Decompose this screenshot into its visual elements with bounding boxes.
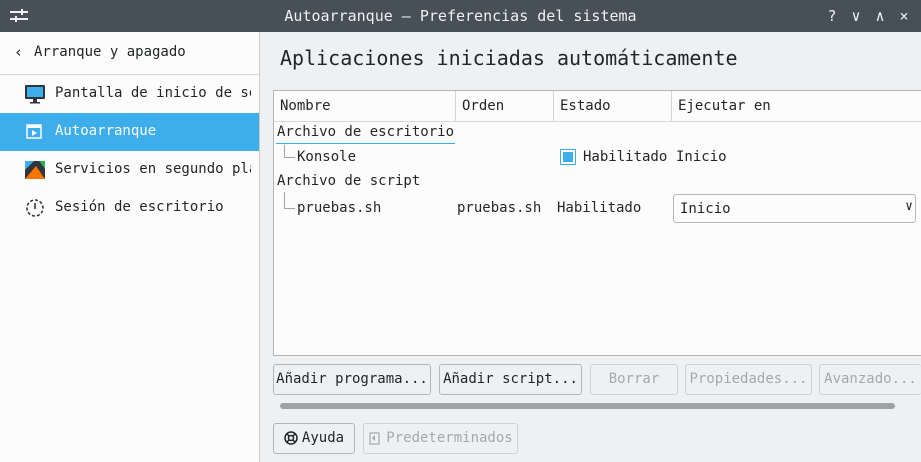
help-button[interactable]: Ayuda <box>273 423 355 454</box>
defaults-button-label: Predeterminados <box>386 430 513 446</box>
close-icon[interactable]: × <box>894 6 914 26</box>
back-button[interactable]: ‹ Arranque y apagado <box>0 32 259 75</box>
sidebar-item-label: Autoarranque <box>55 123 157 139</box>
autostart-table: Nombre Orden Estado Ejecutar en Archivo … <box>273 90 921 356</box>
row-status: Habilitado <box>557 200 642 216</box>
help-button-label: Ayuda <box>301 430 345 446</box>
column-header-name[interactable]: Nombre <box>274 91 456 121</box>
row-name: Konsole <box>297 149 357 165</box>
title-bar: Autoarranque — Preferencias del sistema … <box>0 0 921 32</box>
advanced-button[interactable]: Avanzado... <box>819 364 921 395</box>
add-script-button[interactable]: Añadir script... <box>439 364 582 395</box>
minimize-icon[interactable]: ∨ <box>846 6 866 26</box>
chevron-left-icon: ‹ <box>14 43 24 61</box>
back-label: Arranque y apagado <box>34 44 186 60</box>
document-revert-icon <box>369 432 380 445</box>
autostart-icon <box>26 124 42 139</box>
row-order: pruebas.sh <box>457 200 542 216</box>
main-panel: Aplicaciones iniciadas automáticamente N… <box>260 32 921 462</box>
page-title: Aplicaciones iniciadas automáticamente <box>280 46 738 70</box>
monitor-icon <box>25 85 45 104</box>
run-at-dropdown[interactable]: Inicio ∨ <box>673 194 916 223</box>
group-selection-underline <box>276 143 455 144</box>
row-name: pruebas.sh <box>297 200 382 216</box>
chevron-down-icon: ∨ <box>905 199 913 214</box>
defaults-button[interactable]: Predeterminados <box>363 423 518 454</box>
row-run-at: Inicio <box>676 149 727 165</box>
remove-button[interactable]: Borrar <box>590 364 678 395</box>
desktop-session-icon <box>26 199 44 217</box>
background-services-icon <box>25 161 45 179</box>
column-header-status[interactable]: Estado <box>554 91 672 121</box>
group-script-files[interactable]: Archivo de script <box>277 173 420 189</box>
group-desktop-files[interactable]: Archivo de escritorio <box>277 124 454 140</box>
row-status: Habilitado <box>583 149 668 165</box>
tree-branch <box>284 192 295 209</box>
sidebar-item-background-services[interactable]: Servicios en segundo plano <box>0 151 259 189</box>
help-window-icon[interactable]: ? <box>822 6 842 26</box>
sidebar-item-login-screen[interactable]: Pantalla de inicio de sesión <box>0 75 259 113</box>
add-program-button[interactable]: Añadir programa... <box>273 364 431 395</box>
sidebar-item-desktop-session[interactable]: Sesión de escritorio <box>0 189 259 227</box>
properties-button[interactable]: Propiedades... <box>685 364 812 395</box>
lifebuoy-icon <box>284 431 298 445</box>
sidebar-item-label: Sesión de escritorio <box>55 199 224 215</box>
sidebar-item-label: Servicios en segundo plano <box>55 161 251 177</box>
column-header-run-at[interactable]: Ejecutar en <box>672 91 921 121</box>
sidebar: ‹ Arranque y apagado Pantalla de inicio … <box>0 32 260 462</box>
run-at-selected: Inicio <box>680 201 731 217</box>
horizontal-scrollbar[interactable] <box>280 403 895 409</box>
sidebar-item-label: Pantalla de inicio de sesión <box>55 85 251 101</box>
window-title: Autoarranque — Preferencias del sistema <box>284 7 637 25</box>
maximize-icon[interactable]: ∧ <box>870 6 890 26</box>
table-header: Nombre Orden Estado Ejecutar en <box>274 91 921 122</box>
status-checkbox[interactable] <box>560 149 576 165</box>
sidebar-item-autostart[interactable]: Autoarranque <box>0 113 259 151</box>
tree-branch <box>284 145 295 158</box>
column-header-order[interactable]: Orden <box>456 91 554 121</box>
